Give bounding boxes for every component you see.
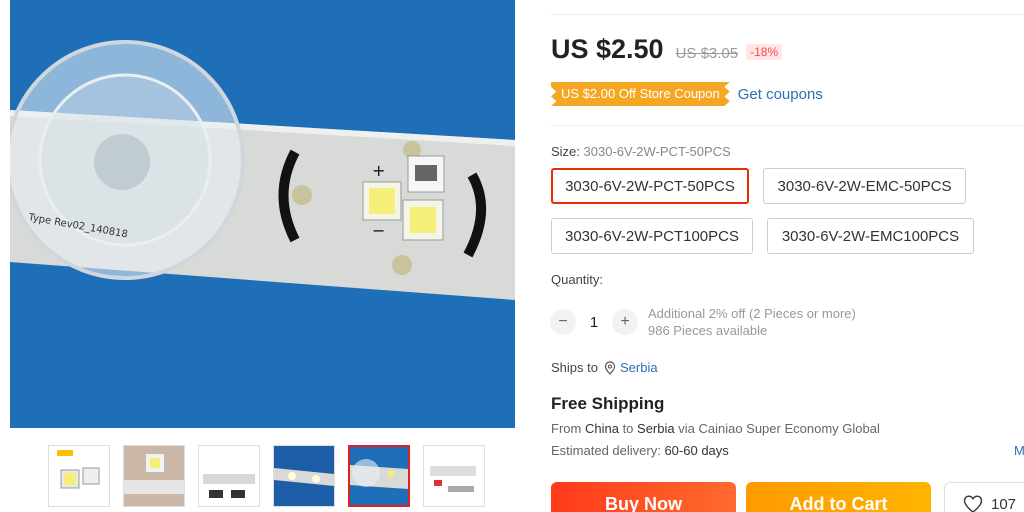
estimated-delivery-label: Estimated delivery: — [551, 443, 661, 458]
thumbnail-1[interactable] — [48, 445, 110, 507]
quantity-info: Additional 2% off (2 Pieces or more) 986… — [648, 305, 856, 339]
estimated-delivery-value: 60-60 days — [664, 443, 729, 458]
main-product-image[interactable]: + − Type Rev02_140818 — [10, 0, 515, 428]
size-label-text: Size: — [551, 144, 580, 159]
store-coupon-tag: US $2.00 Off Store Coupon — [551, 82, 730, 106]
current-price: US $2.50 — [551, 34, 664, 64]
size-option-emc-50pcs[interactable]: 3030-6V-2W-EMC-50PCS — [763, 168, 966, 204]
free-shipping-title: Free Shipping — [551, 394, 665, 413]
shipping-route: From China to Serbia via Cainiao Super E… — [551, 421, 880, 436]
discount-badge: -18% — [746, 44, 783, 60]
size-selected-value: 3030-6V-2W-PCT-50PCS — [583, 144, 731, 159]
location-pin-icon — [604, 360, 616, 375]
thumbnail-2[interactable] — [123, 445, 185, 507]
quantity-stepper: − 1 + Additional 2% off (2 Pieces or mor… — [550, 305, 856, 339]
thumbnail-strip — [48, 445, 485, 507]
quantity-increase-button[interactable]: + — [612, 309, 638, 335]
get-coupons-link[interactable]: Get coupons — [738, 86, 823, 103]
add-to-cart-button[interactable]: Add to Cart — [746, 482, 931, 512]
bulk-discount-note: Additional 2% off (2 Pieces or more) — [648, 306, 856, 321]
route-to-word: to — [622, 421, 634, 436]
thumb-image-3 — [199, 446, 259, 506]
size-option-pct-50pcs[interactable]: 3030-6V-2W-PCT-50PCS — [551, 168, 749, 204]
original-price: US $3.05 — [675, 45, 739, 62]
route-destination: Serbia — [637, 421, 675, 436]
led-strip-photo: + − Type Rev02_140818 — [10, 0, 515, 428]
size-option-emc-100pcs[interactable]: 3030-6V-2W-EMC100PCS — [767, 218, 974, 254]
heart-icon — [963, 495, 983, 512]
wishlist-count: 107 — [991, 495, 1017, 512]
svg-text:+: + — [372, 161, 385, 180]
section-divider — [550, 125, 1024, 126]
thumbnail-5-selected[interactable] — [348, 445, 410, 507]
ships-to-row: Ships to Serbia — [551, 360, 658, 375]
route-origin: China — [584, 421, 619, 436]
route-from-prefix: From — [551, 421, 582, 436]
size-label: Size: 3030-6V-2W-PCT-50PCS — [551, 144, 731, 159]
quantity-decrease-button[interactable]: − — [550, 309, 576, 335]
ships-to-location-link[interactable]: Serbia — [620, 360, 658, 375]
thumb-image-1 — [49, 446, 109, 506]
more-shipping-options-link[interactable]: M — [1014, 443, 1024, 458]
thumb-image-5 — [350, 447, 408, 505]
thumb-image-4 — [274, 446, 334, 506]
thumb-image-2 — [124, 446, 184, 506]
quantity-value[interactable]: 1 — [576, 314, 612, 331]
wishlist-button[interactable]: 107 — [944, 482, 1024, 512]
ships-to-label: Ships to — [551, 360, 598, 375]
pieces-available: 986 Pieces available — [648, 323, 768, 338]
top-divider — [550, 14, 1024, 15]
estimated-delivery: Estimated delivery: 60-60 days — [551, 443, 729, 458]
thumbnail-4[interactable] — [273, 445, 335, 507]
thumbnail-3[interactable] — [198, 445, 260, 507]
quantity-label: Quantity: — [551, 272, 604, 287]
size-option-pct-100pcs[interactable]: 3030-6V-2W-PCT100PCS — [551, 218, 753, 254]
svg-text:−: − — [372, 221, 385, 240]
thumb-image-6 — [424, 446, 484, 506]
buy-now-button[interactable]: Buy Now — [551, 482, 736, 512]
route-carrier: via Cainiao Super Economy Global — [678, 421, 880, 436]
coupon-row: US $2.00 Off Store Coupon Get coupons — [551, 82, 823, 106]
price-row: US $2.50 US $3.05 -18% — [551, 34, 783, 65]
thumbnail-6[interactable] — [423, 445, 485, 507]
